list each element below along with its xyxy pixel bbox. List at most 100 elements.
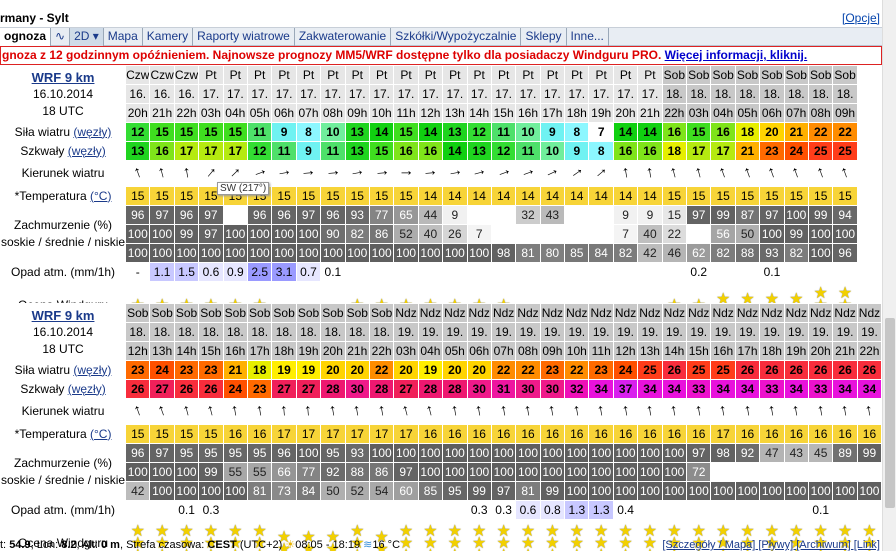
options-link[interactable]: [Opcje] — [842, 11, 880, 25]
temp-cell: 14 — [490, 186, 517, 206]
day-cell: Czw — [173, 65, 200, 85]
scrollbar-thumb[interactable] — [885, 318, 895, 508]
wind-cell: 22 — [368, 360, 395, 380]
tab-4[interactable]: Kamery — [143, 28, 194, 46]
cloud-low-cell: 100 — [271, 243, 297, 263]
cloud-mid-cell: 100 — [442, 462, 468, 482]
date-cell: 17. — [344, 84, 370, 104]
cloud-mid-cell: 100 — [490, 462, 517, 482]
wind-arrow-icon: ↑ — [473, 401, 485, 420]
precip-cell: 1.5 — [173, 262, 200, 282]
date-cell: 18. — [149, 322, 175, 342]
hour-cell: 07h — [295, 103, 322, 123]
direction-cell: ↑ — [442, 398, 468, 425]
precip-cell — [734, 500, 761, 520]
temp-unit-link[interactable]: (°C) — [90, 427, 111, 441]
hour-cell: 14h — [466, 103, 492, 123]
direction-cell: ↑ — [198, 398, 224, 425]
footer-links[interactable]: [Szczegóły / Mapa] [Pływy] [Archiwum] [L… — [662, 540, 880, 551]
wind-arrow-icon: ↑ — [422, 168, 440, 178]
temp-cell: 15 — [149, 186, 175, 206]
wind-cell: 15 — [173, 122, 200, 142]
temp-cell: 15 — [344, 186, 370, 206]
day-cell: Pt — [344, 65, 370, 85]
precip-cell: 0.2 — [686, 262, 712, 282]
cloud-high-cell — [222, 205, 249, 225]
gust-unit-link[interactable]: (węzły) — [68, 382, 106, 396]
temp-cell: 15 — [686, 186, 712, 206]
wind-arrow-icon: ↑ — [202, 163, 220, 182]
wind-label-cell: Siła wiatru (węzły) — [0, 360, 127, 380]
wind-arrow-icon: ↑ — [839, 401, 851, 420]
tab-3[interactable]: Mapa — [104, 28, 143, 46]
wind-arrow-icon: ↑ — [300, 168, 318, 178]
wind-unit-link[interactable]: (węzły) — [73, 363, 111, 377]
wind-cell: 26 — [759, 360, 785, 380]
cloud-mid-cell — [807, 462, 834, 482]
tab-8[interactable]: Sklepy — [521, 28, 567, 46]
gust-cell: 28 — [442, 379, 468, 399]
tab-7[interactable]: Szkółki/Wypożyczalnie — [391, 28, 522, 46]
wind-cell: 21 — [783, 122, 810, 142]
cloud-low-cell: 54 — [368, 481, 395, 501]
direction-cell: ↑ — [393, 160, 419, 187]
hour-cell: 06h — [759, 103, 785, 123]
date-cell: 17. — [466, 84, 492, 104]
date-cell: 19. — [564, 322, 590, 342]
date-cell: 16. — [125, 84, 151, 104]
gust-cell: 26 — [173, 379, 200, 399]
temp-cell: 14 — [612, 186, 639, 206]
gust-cell: 16 — [637, 141, 663, 161]
precip-cell: 0.9 — [222, 262, 249, 282]
day-cell: Pt — [588, 65, 614, 85]
tab-6[interactable]: Zakwaterowanie — [295, 28, 392, 46]
cloud-high-cell: 94 — [832, 205, 858, 225]
gust-unit-link[interactable]: (węzły) — [68, 144, 106, 158]
cloud-low-cell: 50 — [320, 481, 346, 501]
date-cell: 18. — [320, 322, 346, 342]
cloud-low-cell: 100 — [344, 243, 370, 263]
hour-cell: 16h — [222, 341, 249, 361]
wind-arrow-icon: ↑ — [620, 163, 631, 182]
tab-0[interactable]: ognoza — [0, 28, 51, 46]
lon-value: 8.2 — [61, 540, 77, 551]
cloud-low-cell: 100 — [149, 481, 175, 501]
precip-cell — [856, 500, 883, 520]
tab-5[interactable]: Raporty wiatrowe — [193, 28, 295, 46]
wind-cell: 8 — [295, 122, 322, 142]
tab-2[interactable]: 2D ▾ — [70, 28, 104, 46]
gust-cell: 34 — [588, 379, 614, 399]
model-link[interactable]: WRF 9 km — [2, 69, 125, 86]
hour-cell: 11h — [588, 341, 614, 361]
temp-unit-link[interactable]: (°C) — [90, 189, 111, 203]
cloud-mid-cell: 92 — [320, 462, 346, 482]
cloud-low-cell: 100 — [320, 243, 346, 263]
precip-cell — [344, 500, 370, 520]
wind-label-cell: Siła wiatru (węzły) — [0, 122, 127, 142]
cloud-high-cell: 89 — [832, 443, 858, 463]
tab-1[interactable]: ∿ — [51, 28, 71, 46]
day-row: WRF 9 km 16.10.2014 18 UTC Czw Czw Czw Pt Pt Pt P… — [0, 65, 858, 123]
more-info-link[interactable]: Więcej informacji, kliknij. — [665, 48, 808, 62]
cloud-high-cell: 100 — [588, 443, 614, 463]
date-cell: 17. — [515, 84, 541, 104]
hour-cell: 09h — [344, 103, 370, 123]
page-scrollbar[interactable] — [882, 0, 896, 551]
wind-unit-link[interactable]: (węzły) — [73, 125, 111, 139]
direction-tooltip: SW (217°) — [217, 182, 270, 195]
wind-cell: 23 — [173, 360, 200, 380]
precip-cell: 0.7 — [295, 262, 322, 282]
cloud-high-cell: 96 — [271, 205, 297, 225]
cloud-high-cell: 100 — [490, 443, 517, 463]
gust-cell: 17 — [686, 141, 712, 161]
cloud-low-cell: 100 — [686, 481, 712, 501]
tab-9[interactable]: Inne... — [567, 28, 609, 46]
wind-cell: 26 — [783, 360, 810, 380]
pro-warning-banner: gnoza z 12 godzinnym opóźnieniem. Najnow… — [0, 46, 882, 65]
model-link[interactable]: WRF 9 km — [2, 307, 125, 324]
temp-cell: 17 — [344, 424, 370, 444]
gust-cell: 33 — [807, 379, 834, 399]
cloud-mid-cell: 100 — [271, 224, 297, 244]
precip-cell — [783, 500, 810, 520]
gust-cell: 11 — [320, 141, 346, 161]
